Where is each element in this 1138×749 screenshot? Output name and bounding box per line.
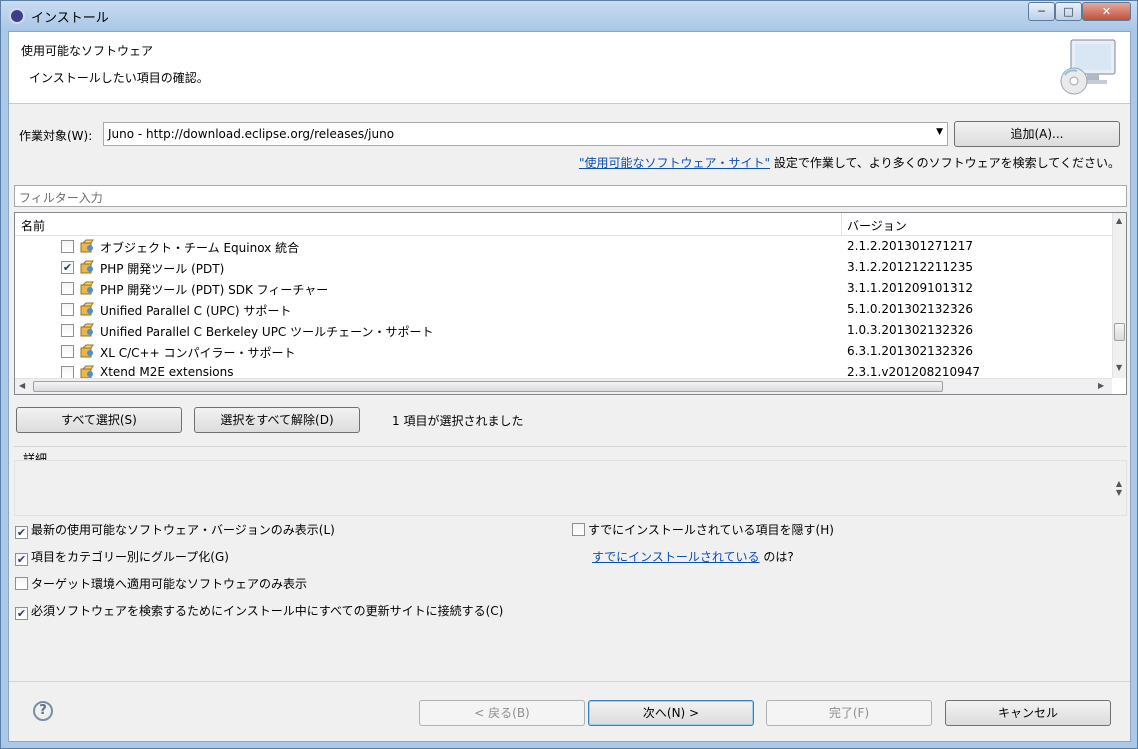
row-checkbox[interactable] [61,240,74,253]
latest-only-label: 最新の使用可能なソフトウェア・バージョンのみ表示(L) [31,523,335,537]
row-checkbox-checked[interactable]: ✔ [61,261,74,274]
row-checkbox[interactable] [61,282,74,295]
table-row[interactable]: オブジェクト・チーム Equinox 統合 2.1.2.201301271217 [15,236,1112,257]
row-name: Xtend M2E extensions [100,365,234,379]
available-sites-link[interactable]: "使用可能なソフトウェア・サイト" [579,156,770,170]
latest-only-option[interactable]: ✔ 最新の使用可能なソフトウェア・バージョンのみ表示(L) [15,521,335,539]
page-title: 使用可能なソフトウェア [21,44,154,58]
table-row[interactable]: XL C/C++ コンパイラー・サポート 6.3.1.201302132326 [15,341,1112,362]
row-name: XL C/C++ コンパイラー・サポート [100,346,296,360]
dialog-content: 使用可能なソフトウェア インストールしたい項目の確認。 作業対象(W): Jun… [8,31,1131,742]
finish-button[interactable]: 完了(F) [766,700,932,726]
install-computer-icon [1060,39,1116,95]
row-checkbox[interactable] [61,324,74,337]
table-row[interactable]: PHP 開発ツール (PDT) SDK フィーチャー 3.1.1.2012091… [15,278,1112,299]
row-version: 3.1.2.201212211235 [847,260,973,274]
row-name: Unified Parallel C (UPC) サポート [100,304,292,318]
footer-separator [9,681,1130,682]
horizontal-scrollbar[interactable]: ◀ ▶ [15,378,1112,394]
work-with-value: Juno - http://download.eclipse.org/relea… [108,127,395,141]
feature-package-icon [80,260,94,274]
hide-installed-option[interactable]: すでにインストールされている項目を隠す(H) [572,521,834,538]
window-title: インストール [31,11,109,26]
column-version[interactable]: バージョン [847,217,907,234]
software-table: 名前 バージョン オブジェクト・チーム Equinox 統合 2.1.2.201… [14,212,1127,395]
feature-package-icon [80,239,94,253]
column-divider[interactable] [841,213,842,236]
target-env-option[interactable]: ターゲット環境へ適用可能なソフトウェアのみ表示 [15,575,307,592]
row-version: 5.1.0.201302132326 [847,302,973,316]
row-version: 6.3.1.201302132326 [847,344,973,358]
column-name[interactable]: 名前 [21,217,45,234]
next-button[interactable]: 次へ(N) > [588,700,754,726]
row-version: 2.3.1.v201208210947 [847,365,981,379]
feature-package-icon [80,323,94,337]
table-row[interactable]: Unified Parallel C Berkeley UPC ツールチェーン・… [15,320,1112,341]
row-version: 2.1.2.201301271217 [847,239,973,253]
row-checkbox[interactable] [61,303,74,316]
row-checkbox[interactable] [61,345,74,358]
already-installed-link[interactable]: すでにインストールされている [592,550,760,564]
work-with-combo[interactable]: Juno - http://download.eclipse.org/relea… [103,122,948,146]
target-env-checkbox[interactable] [15,577,28,590]
feature-package-icon [80,344,94,358]
maximize-button[interactable]: □ [1055,2,1082,21]
table-row[interactable]: ✔ PHP 開発ツール (PDT) 3.1.2.201212211235 [15,257,1112,278]
already-installed-suffix: のは? [759,550,794,564]
row-name: PHP 開発ツール (PDT) [100,262,225,276]
table-header: 名前 バージョン [15,213,1112,236]
minimize-button[interactable]: ─ [1028,2,1055,21]
group-by-category-label: 項目をカテゴリー別にグループ化(G) [31,550,229,564]
already-installed-hint: すでにインストールされている のは? [592,548,794,565]
row-version: 1.0.3.201302132326 [847,323,973,337]
details-scroll-icon[interactable]: ▲ ▼ [1116,479,1122,497]
latest-only-checkbox[interactable]: ✔ [15,526,28,539]
hide-installed-label: すでにインストールされている項目を隠す(H) [588,523,834,537]
vertical-scroll-thumb[interactable] [1114,323,1125,341]
vertical-scrollbar[interactable]: ▲ ▼ [1112,213,1126,378]
back-button[interactable]: < 戻る(B) [419,700,585,726]
scroll-up-arrow-icon[interactable]: ▲ [1116,216,1122,225]
selection-status: 1 項目が選択されました [392,414,524,428]
close-button[interactable]: ✕ [1082,2,1131,21]
sites-hint-text: 設定で作業して、より多くのソフトウェアを検索してください。 [770,156,1120,170]
add-site-button[interactable]: 追加(A)... [954,121,1120,147]
details-text-area[interactable]: ▲ ▼ [14,460,1127,516]
feature-package-icon [80,281,94,295]
chevron-down-icon[interactable]: ▼ [936,127,943,137]
row-version: 3.1.1.201209101312 [847,281,973,295]
row-name: Unified Parallel C Berkeley UPC ツールチェーン・… [100,325,434,339]
eclipse-icon [9,8,25,24]
wizard-banner: 使用可能なソフトウェア インストールしたい項目の確認。 [9,32,1130,104]
deselect-all-button[interactable]: 選択をすべて解除(D) [194,407,360,433]
table-row[interactable]: Unified Parallel C (UPC) サポート 5.1.0.2013… [15,299,1112,320]
filter-input[interactable]: フィルター入力 [14,185,1127,207]
select-all-button[interactable]: すべて選択(S) [16,407,182,433]
scroll-right-arrow-icon[interactable]: ▶ [1098,381,1104,390]
hide-installed-checkbox[interactable] [572,523,585,536]
contact-all-sites-label: 必須ソフトウェアを検索するためにインストール中にすべての更新サイトに接続する(C… [31,604,504,618]
help-icon[interactable]: ? [33,701,53,721]
contact-all-sites-checkbox[interactable]: ✔ [15,607,28,620]
feature-package-icon [80,302,94,316]
scroll-down-arrow-icon[interactable]: ▼ [1116,363,1122,372]
scroll-left-arrow-icon[interactable]: ◀ [19,381,25,390]
work-with-label: 作業対象(W): [19,129,93,143]
target-env-label: ターゲット環境へ適用可能なソフトウェアのみ表示 [31,577,308,591]
horizontal-scroll-thumb[interactable] [33,381,943,392]
sites-hint: "使用可能なソフトウェア・サイト" 設定で作業して、より多くのソフトウェアを検索… [579,154,1120,171]
row-name: オブジェクト・チーム Equinox 統合 [100,241,300,255]
install-dialog: インストール ─ □ ✕ 使用可能なソフトウェア インストールしたい項目の確認。… [0,0,1138,749]
page-description: インストールしたい項目の確認。 [29,71,209,85]
title-bar[interactable]: インストール ─ □ ✕ [1,1,1137,31]
row-name: PHP 開発ツール (PDT) SDK フィーチャー [100,283,329,297]
feature-package-icon [80,365,94,379]
group-by-category-option[interactable]: ✔ 項目をカテゴリー別にグループ化(G) [15,548,229,566]
group-by-category-checkbox[interactable]: ✔ [15,553,28,566]
contact-all-sites-option[interactable]: ✔ 必須ソフトウェアを検索するためにインストール中にすべての更新サイトに接続する(… [15,602,503,620]
cancel-button[interactable]: キャンセル [945,700,1111,726]
details-group: 詳細 ▲ ▼ [14,446,1127,516]
